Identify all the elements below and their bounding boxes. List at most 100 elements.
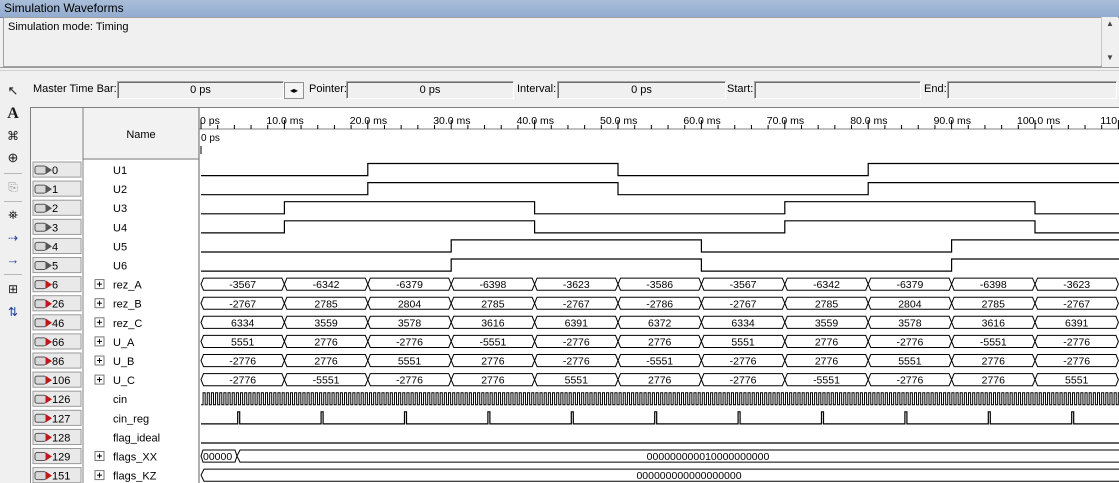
ruler-time-label: 40.0 ms (517, 115, 554, 127)
bus-value: 2776 (982, 375, 1006, 387)
replace-icon[interactable]: ⇢ (3, 228, 23, 248)
signal-row[interactable]: 66 U_A 5551 2776 -2776 -5551 -2776 2776 5551 2776… (32, 333, 1119, 350)
signal-index: 0 (52, 165, 58, 177)
input-pin-icon (34, 165, 47, 175)
ruler-time-label: 0 ps (200, 115, 220, 127)
select-pointer-icon[interactable]: ↖ (3, 81, 23, 101)
bus-value: 2776 (481, 375, 505, 387)
bus-value: -3567 (229, 279, 256, 291)
signal-name: cin (113, 394, 127, 406)
signal-row[interactable]: 5 U6 (32, 257, 1119, 274)
signal-row[interactable]: 151 flags_KZ 000000000000000000 (32, 467, 1119, 483)
text-tool-icon[interactable]: A (3, 104, 23, 124)
signal-index: 106 (52, 375, 70, 387)
start-label: Start: (727, 83, 754, 95)
signal-row[interactable]: 129 flags_XX 00000 000000000010000000000 (32, 448, 1119, 465)
signal-row[interactable]: 3 U4 (32, 218, 1119, 235)
bus-value: 6334 (731, 317, 755, 329)
output-pin-icon (34, 280, 47, 290)
group-icon[interactable]: ⊞ (3, 279, 23, 299)
signal-name: cin_reg (113, 413, 149, 425)
bus-value: 3616 (481, 317, 505, 329)
signal-row[interactable]: 106 U_C -2776 -5551 -2776 2776 5551 2776 -2776 -5… (32, 371, 1119, 388)
output-pin-icon (34, 413, 47, 423)
ruler-time-label: 90.0 ms (934, 115, 971, 127)
mode-panel-scrollbar[interactable]: ▲ ▼ (1101, 17, 1118, 65)
bus-value: 5551 (731, 336, 755, 348)
bus-value: 000000000000000000 (636, 470, 741, 482)
output-pin-icon (34, 356, 47, 366)
time-bar-spinner[interactable]: ◂▸ (284, 82, 304, 99)
master-time-bar-field[interactable]: 0 ps (117, 81, 284, 99)
bus-value: 2776 (815, 336, 839, 348)
waveform-tool-palette: ↖ A ⌘ ⊕ ⎘ ⛯ ⇢ → ⊞ ⇅ (0, 80, 26, 482)
simulation-mode-text: Simulation mode: Timing (8, 21, 129, 33)
signal-index: 127 (52, 413, 70, 425)
signal-row[interactable]: 46 rez_C 6334 3559 3578 3616 6391 6372 6334 3559 3… (32, 314, 1119, 331)
window-title: Simulation Waveforms (4, 1, 124, 15)
bus-value: -6398 (980, 279, 1007, 291)
signal-row[interactable]: 127 cin_reg (32, 409, 1119, 426)
waveform-canvas[interactable]: Name 0 ps 10.0 ms 20.0 ms 30.0 ms 40.0 ms 50.… (31, 108, 1119, 483)
master-time-bar-label: Master Time Bar: (33, 83, 117, 95)
arrow-right-icon[interactable]: → (3, 250, 23, 270)
bus-value: 6372 (648, 317, 672, 329)
bus-value: 2776 (648, 375, 672, 387)
time-ruler[interactable]: 0 ps 10.0 ms 20.0 ms 30.0 ms 40.0 ms 50.0 ms 6… (200, 115, 1119, 129)
signal-row[interactable]: 86 U_B -2776 2776 5551 2776 -2776 -5551 -2776 277… (32, 352, 1119, 369)
sort-icon[interactable]: ⇅ (3, 302, 23, 322)
ruler-time-label: 70.0 ms (767, 115, 804, 127)
copy-icon[interactable]: ⎘ (3, 177, 23, 197)
output-pin-icon (34, 452, 47, 461)
pointer-label: Pointer: (309, 83, 347, 95)
ruler-time-label: 100.0 ms (1017, 115, 1060, 127)
signal-index: 1 (52, 184, 58, 196)
scroll-up-icon[interactable]: ▲ (1106, 19, 1114, 28)
input-pin-icon (34, 184, 47, 194)
scroll-down-icon[interactable]: ▼ (1106, 53, 1114, 62)
bus-value: -2776 (896, 336, 923, 348)
zoom-icon[interactable]: ⊕ (3, 148, 23, 168)
waveform-grid[interactable]: Name 0 ps 10.0 ms 20.0 ms 30.0 ms 40.0 ms 50.… (30, 107, 1119, 483)
ruler-time-label: 20.0 ms (350, 115, 387, 127)
output-pin-icon (34, 337, 47, 347)
signal-index: 128 (52, 432, 70, 444)
bus-value: 2785 (815, 298, 839, 310)
toolbar-separator (4, 274, 22, 275)
signal-index: 129 (52, 452, 70, 464)
signal-row[interactable]: 26 rez_B -2767 2785 2804 2785 -2767 -2786 -2767 2… (32, 295, 1119, 312)
signal-row[interactable]: 2 U3 (32, 199, 1119, 216)
bus-value: -2767 (1063, 298, 1090, 310)
bus-value: -6379 (896, 279, 923, 291)
signal-name: U_A (113, 337, 135, 349)
ruler-time-label: 50.0 ms (600, 115, 637, 127)
signal-row[interactable]: 0 U1 (32, 161, 1119, 178)
bus-value: -5551 (313, 375, 340, 387)
signal-name: flag_ideal (113, 432, 160, 444)
waveform-editing-icon[interactable]: ⌘ (3, 126, 23, 146)
signal-rows: 0 U1 1 U2 2 U3 3 U4 4 U5 5 U6 6 rez_A -3567 -6342 -6379 -… (32, 161, 1119, 483)
bus-value: -2776 (229, 375, 256, 387)
ruler-time-label: 10.0 ms (266, 115, 303, 127)
signal-row[interactable]: 4 U5 (32, 237, 1119, 254)
bus-value: -6398 (479, 279, 506, 291)
clock-waveform (201, 392, 1119, 406)
panel-divider[interactable] (0, 67, 1119, 68)
simulation-mode-panel: Simulation mode: Timing (3, 17, 1102, 67)
ruler-time-label: 30.0 ms (433, 115, 470, 127)
bus-value: -5551 (813, 375, 840, 387)
signal-waveform (201, 258, 1119, 272)
bus-value: 5551 (898, 356, 922, 368)
time-bar-row: Master Time Bar: 0 ps ◂▸ Pointer: 0 ps I… (28, 80, 1119, 100)
signal-index: 66 (52, 337, 64, 349)
bus-value: -6342 (813, 279, 840, 291)
signal-index: 5 (52, 261, 58, 273)
signal-row[interactable]: 126 cin (32, 390, 1119, 407)
signal-index: 126 (52, 394, 70, 406)
signal-row[interactable]: 128 flag_ideal (32, 428, 1119, 445)
output-pin-icon (34, 432, 47, 442)
signal-row[interactable]: 6 rez_A -3567 -6342 -6379 -6398 -3623 -3586 -356… (32, 276, 1119, 293)
signal-row[interactable]: 1 U2 (32, 180, 1119, 197)
bus-value: 3578 (898, 317, 922, 329)
find-icon[interactable]: ⛯ (3, 205, 23, 225)
